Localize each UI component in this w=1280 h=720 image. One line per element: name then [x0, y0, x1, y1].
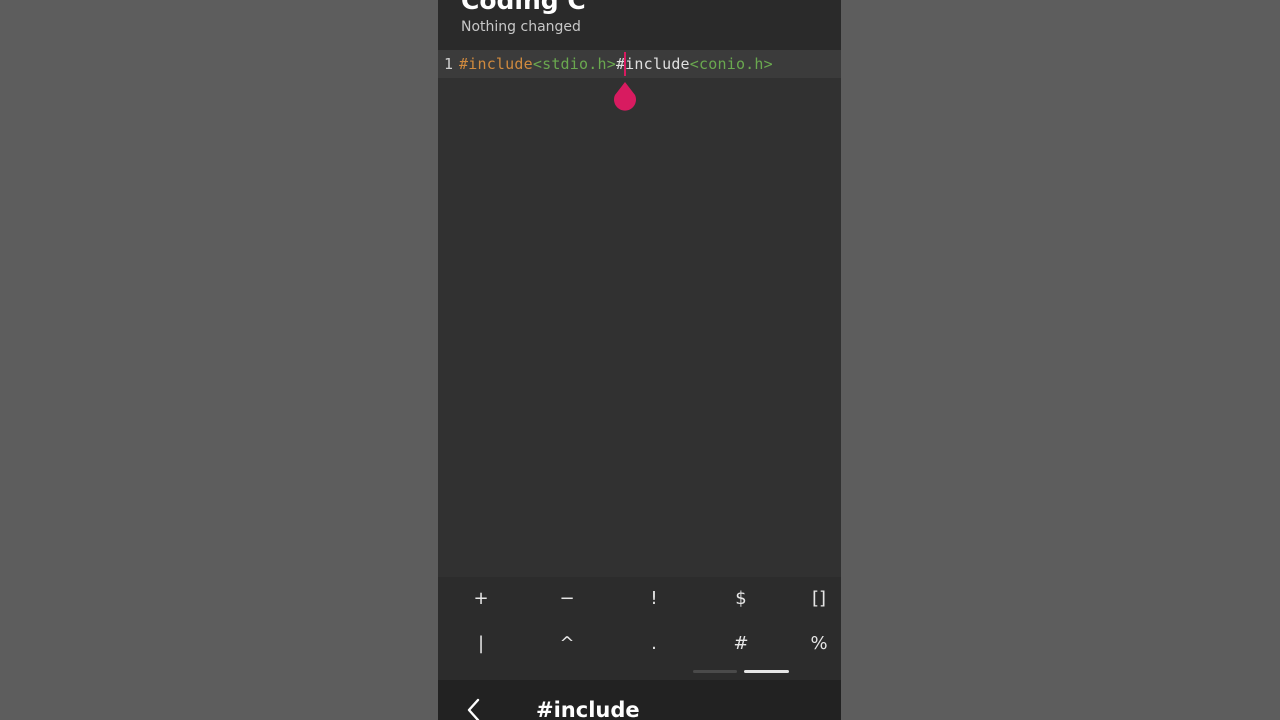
page-dot-active	[744, 670, 789, 673]
symbol-key-hash[interactable]: #	[711, 622, 771, 666]
symbol-key-exclamation[interactable]: !	[624, 577, 684, 621]
page-indicator	[438, 670, 841, 674]
chevron-left-icon[interactable]	[460, 696, 488, 720]
code-editor[interactable]: 1 #include<stdio.h>#include<conio.h>	[438, 50, 841, 577]
symbol-key-pipe[interactable]: |	[451, 622, 511, 666]
code-line[interactable]: #include<stdio.h>#include<conio.h>	[459, 55, 773, 73]
cursor-handle-icon[interactable]	[611, 82, 639, 112]
keyword-token: #include	[459, 55, 533, 73]
text-cursor	[624, 52, 626, 76]
include-path-token: <conio.h>	[689, 55, 773, 73]
line-number: 1	[444, 55, 454, 73]
phone-screen: Coding C Nothing changed 1 #include<stdi…	[438, 0, 841, 720]
symbol-bar: + − ! $ [] | ^ . # %	[438, 577, 841, 680]
symbol-key-plus[interactable]: +	[451, 577, 511, 621]
include-path-token: <stdio.h>	[532, 55, 616, 73]
suggestion-title: #include	[536, 698, 640, 720]
bottom-bar: #include	[438, 680, 841, 720]
symbol-key-dot[interactable]: .	[624, 622, 684, 666]
symbol-row: | ^ . # %	[438, 622, 841, 666]
symbol-row: + − ! $ []	[438, 577, 841, 621]
symbol-key-dollar[interactable]: $	[711, 577, 771, 621]
app-toolbar: Coding C Nothing changed	[438, 0, 841, 50]
app-title: Coding C	[461, 0, 586, 15]
symbol-key-minus[interactable]: −	[537, 577, 597, 621]
status-subtitle: Nothing changed	[461, 19, 581, 35]
symbol-key-percent[interactable]: %	[797, 622, 841, 666]
keyword-token-plain: #include	[615, 55, 690, 73]
page-dot-inactive	[693, 670, 737, 673]
symbol-key-caret[interactable]: ^	[537, 622, 597, 666]
symbol-key-brackets[interactable]: []	[797, 577, 841, 621]
